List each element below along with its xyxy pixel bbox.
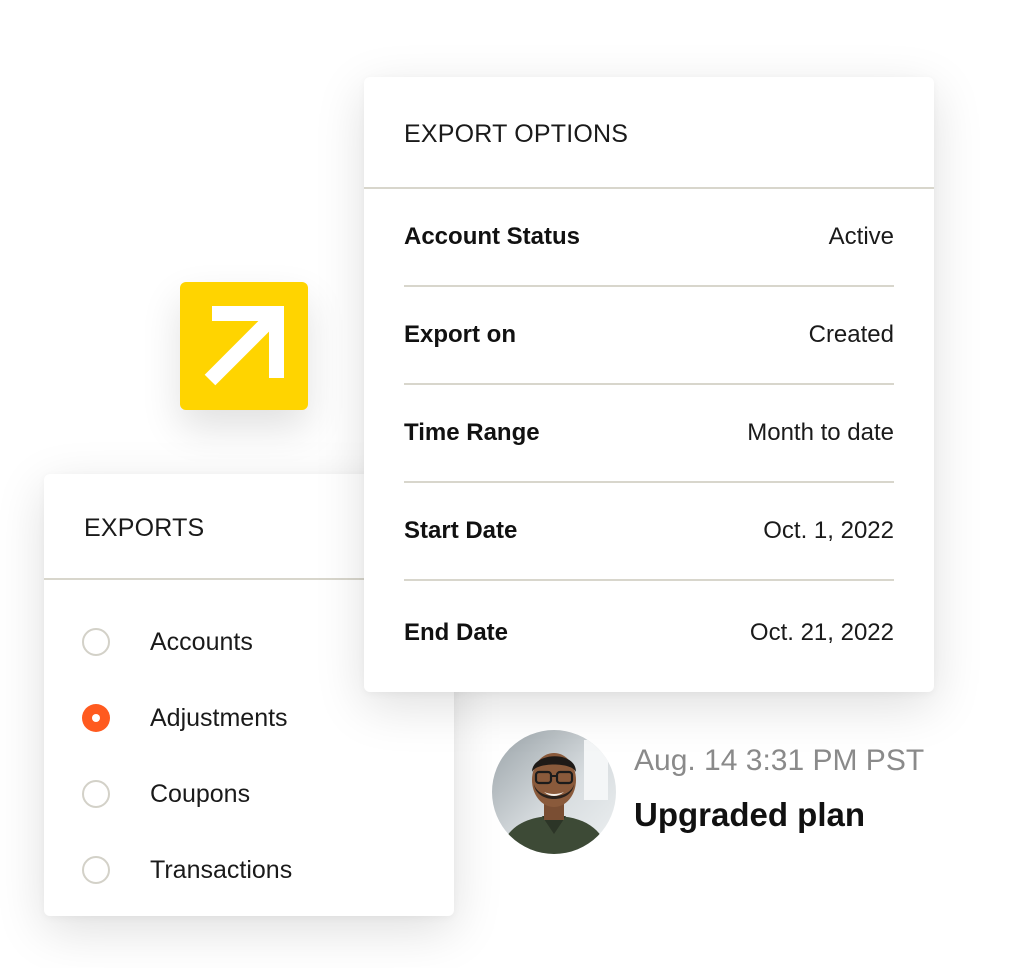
user-avatar-icon	[492, 730, 616, 854]
export-item-label: Accounts	[150, 627, 253, 656]
option-row-start-date[interactable]: Start Date Oct. 1, 2022	[404, 483, 894, 581]
option-row-account-status[interactable]: Account Status Active	[404, 189, 894, 287]
option-row-time-range[interactable]: Time Range Month to date	[404, 385, 894, 483]
option-label: Account Status	[404, 223, 581, 250]
activity-text: Aug. 14 3:31 PM PST Upgraded plan	[634, 742, 924, 836]
export-item-coupons[interactable]: Coupons	[44, 756, 454, 832]
option-row-end-date[interactable]: End Date Oct. 21, 2022	[404, 581, 894, 685]
activity-entry: Aug. 14 3:31 PM PST Upgraded plan	[492, 730, 924, 854]
export-options-header: EXPORT OPTIONS	[364, 77, 934, 189]
arrow-up-right-icon	[204, 306, 284, 386]
option-value[interactable]: Oct. 1, 2022	[763, 517, 894, 545]
export-options-title: EXPORT OPTIONS	[404, 119, 629, 148]
option-value[interactable]: Month to date	[747, 419, 894, 447]
option-row-export-on[interactable]: Export on Created	[404, 287, 894, 385]
export-item-label: Adjustments	[150, 703, 288, 732]
exports-title: EXPORTS	[84, 513, 205, 542]
radio-button[interactable]	[82, 780, 110, 808]
export-item-label: Coupons	[150, 779, 251, 808]
radio-button[interactable]	[82, 628, 110, 656]
option-value[interactable]: Oct. 21, 2022	[750, 619, 894, 647]
avatar	[492, 730, 616, 854]
option-value[interactable]: Created	[809, 321, 894, 349]
radio-button-checked[interactable]	[82, 704, 110, 732]
option-value[interactable]: Active	[829, 223, 894, 251]
option-label: End Date	[404, 619, 509, 646]
export-options-list: Account Status Active Export on Created …	[364, 189, 934, 685]
option-label: Time Range	[404, 419, 540, 446]
export-options-panel: EXPORT OPTIONS Account Status Active Exp…	[364, 77, 934, 692]
export-item-transactions[interactable]: Transactions	[44, 832, 454, 908]
export-illustration: EXPORT OPTIONS Account Status Active Exp…	[0, 0, 1018, 968]
radio-button[interactable]	[82, 856, 110, 884]
activity-timestamp: Aug. 14 3:31 PM PST	[634, 744, 925, 777]
option-label: Start Date	[404, 517, 518, 544]
export-arrow-tile	[180, 282, 308, 410]
activity-event: Upgraded plan	[634, 796, 866, 833]
export-item-label: Transactions	[150, 855, 293, 884]
option-label: Export on	[404, 321, 516, 348]
